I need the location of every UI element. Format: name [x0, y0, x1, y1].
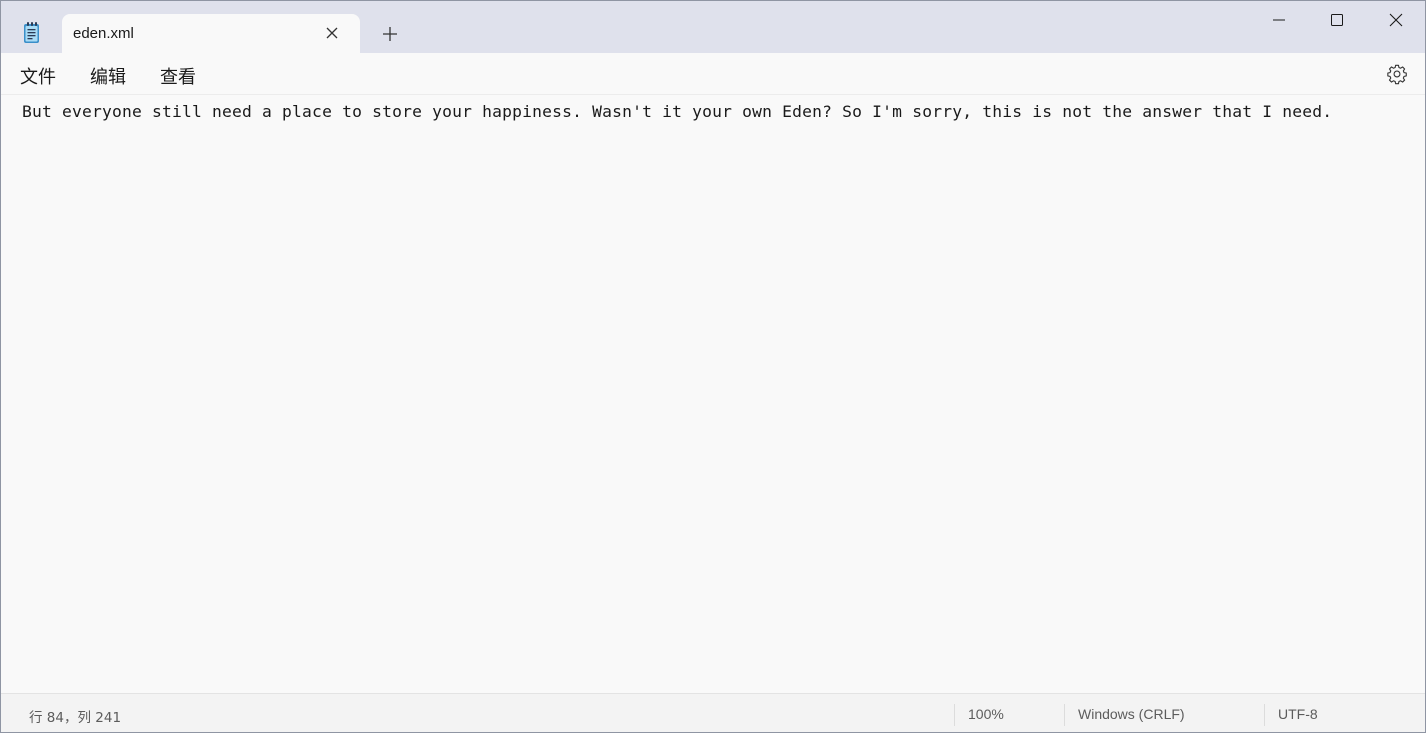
close-window-button[interactable] — [1367, 1, 1425, 39]
editor-content[interactable]: But everyone still need a place to store… — [22, 102, 1332, 121]
zoom-level[interactable]: 100% — [968, 706, 1004, 722]
menu-bar: 文件 编辑 查看 — [1, 53, 1425, 95]
gear-icon[interactable] — [1386, 63, 1408, 85]
status-divider — [1264, 704, 1265, 726]
status-divider — [1064, 704, 1065, 726]
plus-icon[interactable] — [379, 23, 401, 45]
notepad-window: eden.xml 文件 编辑 查看 But everyone still nee… — [0, 0, 1426, 733]
menu-view[interactable]: 查看 — [160, 63, 196, 89]
status-bar: 行 84，列 241 100% Windows (CRLF) UTF-8 — [1, 693, 1425, 732]
maximize-button[interactable] — [1308, 1, 1366, 39]
close-icon[interactable] — [324, 25, 340, 41]
status-divider — [954, 704, 955, 726]
title-bar[interactable]: eden.xml — [1, 1, 1425, 53]
tab-eden-xml[interactable]: eden.xml — [62, 14, 360, 53]
tab-title: eden.xml — [73, 25, 134, 42]
encoding[interactable]: UTF-8 — [1278, 706, 1318, 722]
menu-file[interactable]: 文件 — [20, 63, 56, 89]
cursor-position: 行 84，列 241 — [29, 710, 122, 726]
minimize-button[interactable] — [1250, 1, 1308, 39]
line-ending[interactable]: Windows (CRLF) — [1078, 706, 1185, 722]
menu-edit[interactable]: 编辑 — [90, 63, 126, 89]
text-editor[interactable]: But everyone still need a place to store… — [1, 95, 1425, 693]
notepad-icon — [21, 21, 43, 45]
